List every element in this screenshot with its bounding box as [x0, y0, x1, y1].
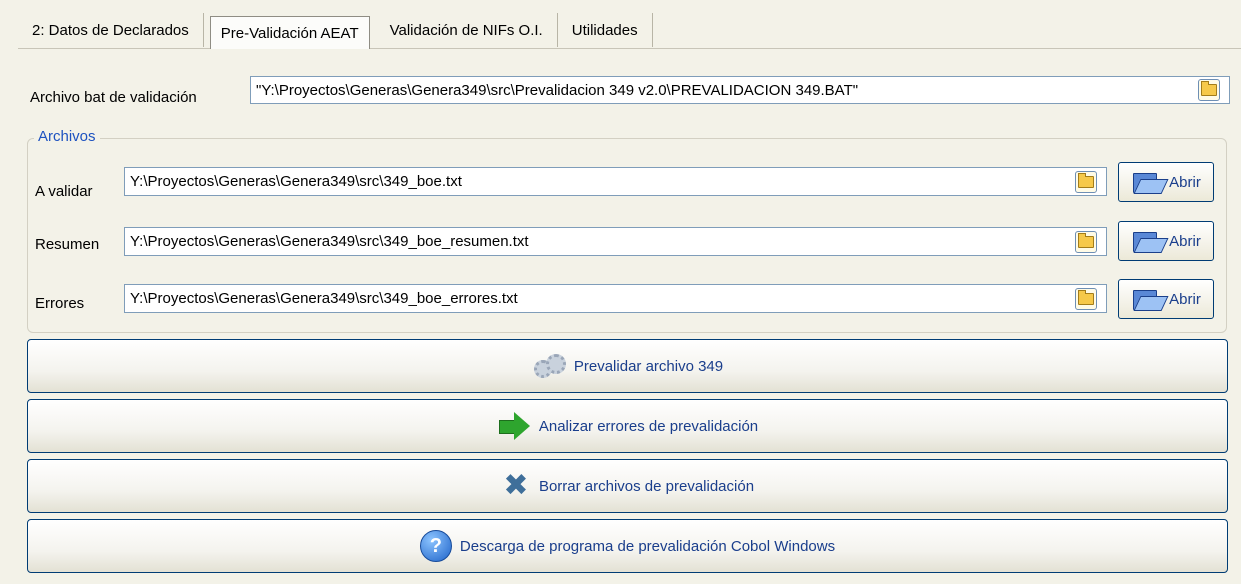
resumen-open-button[interactable]: Abrir	[1118, 221, 1214, 261]
errores-browse-button[interactable]	[1075, 288, 1097, 310]
borrar-archivos-button[interactable]: ✖ Borrar archivos de prevalidación	[27, 459, 1228, 513]
bat-file-value: "Y:\Proyectos\Generas\Genera349\src\Prev…	[256, 81, 859, 99]
folder-icon	[1201, 81, 1217, 96]
bat-file-input[interactable]: "Y:\Proyectos\Generas\Genera349\src\Prev…	[250, 76, 1230, 104]
tab-validacion-nifs[interactable]: Validación de NIFs O.I.	[376, 13, 558, 47]
errores-open-button[interactable]: Abrir	[1118, 279, 1214, 319]
tab-datos-declarados[interactable]: 2: Datos de Declarados	[18, 13, 204, 47]
resumen-browse-button[interactable]	[1075, 231, 1097, 253]
borrar-archivos-button-label: Borrar archivos de prevalidación	[538, 477, 755, 495]
analizar-errores-button-label: Analizar errores de prevalidación	[538, 417, 759, 435]
a-validar-label: A validar	[35, 183, 93, 200]
open-button-label: Abrir	[1169, 290, 1201, 308]
tab-utilidades[interactable]: Utilidades	[558, 13, 653, 47]
descarga-programa-button[interactable]: ? Descarga de programa de prevalidación …	[27, 519, 1228, 573]
tab-strip: 2: Datos de Declarados Pre-Validación AE…	[18, 8, 653, 50]
resumen-input[interactable]: Y:\Proyectos\Generas\Genera349\src\349_b…	[124, 227, 1107, 256]
bat-file-label: Archivo bat de validación	[30, 89, 197, 106]
open-folder-icon	[1131, 171, 1169, 194]
arrow-right-icon	[497, 411, 531, 441]
a-validar-browse-button[interactable]	[1075, 171, 1097, 193]
open-folder-icon	[1131, 230, 1169, 253]
a-validar-input[interactable]: Y:\Proyectos\Generas\Genera349\src\349_b…	[124, 167, 1107, 196]
open-button-label: Abrir	[1169, 232, 1201, 250]
errores-label: Errores	[35, 295, 85, 312]
prevalidar-button[interactable]: Prevalidar archivo 349	[27, 339, 1228, 393]
folder-icon	[1078, 233, 1094, 248]
errores-input[interactable]: Y:\Proyectos\Generas\Genera349\src\349_b…	[124, 284, 1107, 313]
tab-prevalidacion-aeat[interactable]: Pre-Validación AEAT	[209, 16, 370, 49]
bat-browse-button[interactable]	[1198, 79, 1220, 101]
folder-icon	[1078, 173, 1094, 188]
resumen-label: Resumen	[35, 236, 100, 253]
analizar-errores-button[interactable]: Analizar errores de prevalidación	[27, 399, 1228, 453]
resumen-value: Y:\Proyectos\Generas\Genera349\src\349_b…	[130, 233, 529, 250]
archivos-group-title: Archivos	[34, 128, 100, 145]
open-folder-icon	[1131, 288, 1169, 311]
errores-value: Y:\Proyectos\Generas\Genera349\src\349_b…	[130, 290, 518, 307]
prevalidar-button-label: Prevalidar archivo 349	[573, 357, 724, 375]
gears-icon	[532, 352, 566, 380]
descarga-programa-button-label: Descarga de programa de prevalidación Co…	[459, 537, 836, 555]
folder-icon	[1078, 290, 1094, 305]
a-validar-open-button[interactable]: Abrir	[1118, 162, 1214, 202]
a-validar-value: Y:\Proyectos\Generas\Genera349\src\349_b…	[130, 173, 462, 190]
delete-x-icon: ✖	[503, 468, 529, 503]
help-icon: ?	[419, 530, 452, 562]
open-button-label: Abrir	[1169, 173, 1201, 191]
